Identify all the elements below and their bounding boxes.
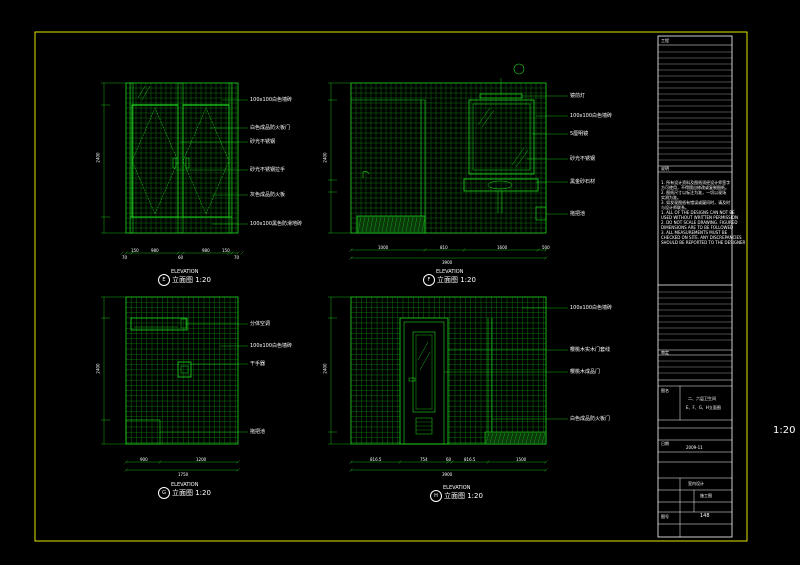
tb-project-label: 工程 (661, 38, 669, 43)
annotation-f-5: 黑金砂石材 (570, 179, 596, 185)
tb-stage: 施工图 (700, 493, 712, 498)
dim-e-2: 150 (131, 248, 139, 253)
annotation-f-2: 100x100白色墙砖 (570, 113, 613, 119)
dim-total-g: 1750 (178, 472, 189, 477)
tb-date-label: 日期 (661, 441, 669, 446)
annotation-g-1: 分体空调 (250, 321, 271, 327)
annotation-e-6: 100x100黑色防滑地砖 (250, 221, 303, 227)
scale-label-right: 1:20 (773, 425, 796, 436)
dim-total-f: 3900 (442, 260, 453, 265)
annotation-e-5: 灰色成品防火板 (250, 192, 286, 198)
tb-drawing-name-2: E、F、G、H立面图 (686, 405, 721, 410)
annotation-f-3: 5厘明镜 (570, 131, 589, 137)
dim-e-3: 980 (151, 248, 159, 253)
elevation-word-h: ELEVATION (443, 485, 471, 491)
dim-f-2: 810 (440, 245, 448, 250)
title-elevation-e: E ELEVATION 立面图 1:20 (158, 269, 211, 286)
title-text-f: 立面图 1:20 (437, 276, 476, 284)
title-elevation-h: H ELEVATION 立面图 1:20 (430, 485, 483, 502)
dim-e-5: 980 (202, 248, 210, 253)
title-elevation-g: G ELEVATION 立面图 1:20 (158, 482, 211, 499)
tb-sheet-label: 图号 (661, 514, 669, 519)
dim-e-7: 70 (234, 255, 240, 260)
tb-notes: 1. 所有设计资料及图纸须经设计师签字 方可使用，不得擅自修改或复制图纸。 2.… (661, 180, 746, 245)
dim-h-1: 816.5 (370, 457, 382, 462)
elevation-f (328, 63, 568, 260)
elevation-h (328, 296, 568, 472)
dim-h-5: 1500 (516, 457, 527, 462)
dim-h-4: 816.5 (464, 457, 476, 462)
dim-g-2: 1200 (196, 457, 207, 462)
badge-f: F (423, 274, 435, 286)
dim-f-4: 500 (542, 245, 550, 250)
title-text-h: 立面图 1:20 (444, 492, 483, 500)
annotation-e-4: 砂光不锈钢拉手 (250, 167, 286, 173)
elevation-e (101, 82, 248, 255)
annotation-g-2: 100x100白色墙砖 (250, 343, 293, 349)
dim-g-1: 900 (140, 457, 148, 462)
badge-g: G (158, 487, 170, 499)
dim-left-f: 2400 (322, 152, 328, 163)
elevation-word-g: ELEVATION (171, 482, 199, 488)
tb-drawing-name-label: 图名 (661, 388, 669, 393)
annotation-e-1: 100x100白色墙砖 (250, 97, 293, 103)
dim-left-h: 2400 (322, 363, 328, 374)
dim-f-1: 1000 (378, 245, 389, 250)
dim-left-e: 2400 (95, 152, 101, 163)
tb-approval-label: 审定 (661, 350, 669, 355)
dim-e-6: 150 (222, 248, 230, 253)
elevation-g (101, 296, 248, 472)
annotation-f-4: 砂光不锈钢 (570, 156, 596, 162)
annotation-g-4: 拖把池 (250, 429, 266, 435)
annotation-f-1: 镜前灯 (570, 93, 586, 99)
title-text-e: 立面图 1:20 (172, 276, 211, 284)
tb-drawing-name-1: 二、六层卫生间 (688, 396, 716, 401)
title-text-g: 立面图 1:20 (172, 489, 211, 497)
annotation-f-6: 拖把池 (570, 211, 586, 217)
annotation-h-2: 樱桃木实木门套线 (570, 347, 611, 353)
badge-h: H (430, 490, 442, 502)
tb-sheet-no: 148 (700, 513, 710, 519)
dim-h-2: 754 (420, 457, 428, 462)
tb-notes-label: 说明 (661, 166, 669, 171)
dim-e-1: 70 (122, 255, 128, 260)
dim-total-h: 3900 (442, 472, 453, 477)
elevation-word-e: ELEVATION (171, 269, 199, 275)
annotation-h-1: 100x100白色墙砖 (570, 305, 613, 311)
tb-date: 2009-11 (686, 445, 703, 450)
annotation-e-3: 砂光不锈钢 (250, 139, 276, 145)
cad-drawing (34, 31, 748, 542)
dim-h-3: 60 (446, 457, 452, 462)
annotation-e-2: 白色成品防火板门 (250, 125, 291, 131)
title-elevation-f: F ELEVATION 立面图 1:20 (423, 269, 476, 286)
tb-note-13: SHOULD BE REPORTED TO THE DESIGNER (661, 240, 746, 245)
annotation-h-4: 白色成品防火板门 (570, 416, 611, 422)
badge-e: E (158, 274, 170, 286)
annotation-g-3: 干手器 (250, 361, 266, 367)
dim-e-4: 60 (178, 255, 184, 260)
elevation-word-f: ELEVATION (436, 269, 464, 275)
tb-design-label: 室内设计 (688, 481, 704, 486)
annotation-h-3: 樱桃木成品门 (570, 369, 601, 375)
dim-left-g: 2400 (95, 363, 101, 374)
dim-f-3: 1600 (497, 245, 508, 250)
